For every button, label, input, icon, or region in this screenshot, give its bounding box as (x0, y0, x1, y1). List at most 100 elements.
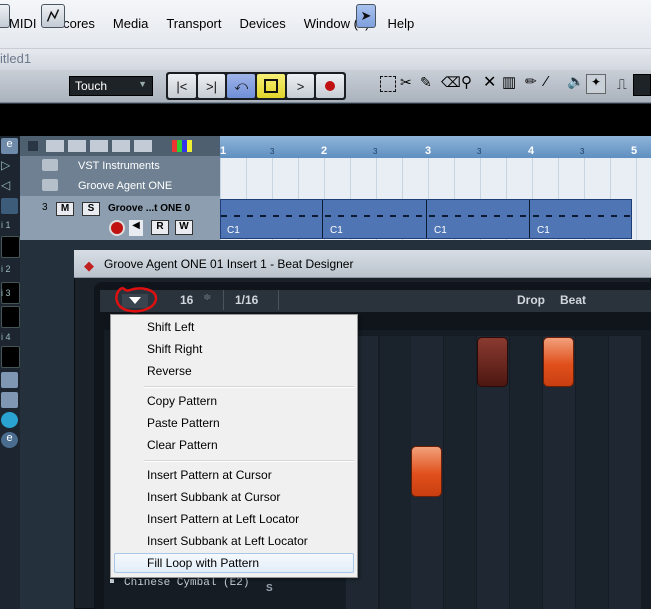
menu-transport[interactable]: Transport (157, 14, 230, 34)
lane-icon[interactable]: ◁ (1, 178, 18, 194)
monitor-speaker-icon[interactable]: ◀ (129, 220, 143, 236)
object-selection-tool[interactable]: ➤ (356, 4, 376, 28)
part-label: C1 (434, 225, 447, 236)
menu-media[interactable]: Media (104, 14, 157, 34)
eraser-tool-icon[interactable]: ⌫ (441, 74, 461, 91)
menu-help[interactable]: Help (379, 14, 424, 34)
color-tool-icon[interactable]: ✦ (586, 74, 606, 94)
automation-curve-icon (46, 9, 60, 22)
part-divider (529, 200, 530, 238)
folder-icon (42, 159, 58, 171)
track-list: VST Instruments Groove Agent ONE 3 M S G… (20, 136, 220, 241)
menu-item-insert-subbank-at-cursor[interactable]: Insert Subbank at Cursor (114, 487, 354, 507)
no-entry-icon[interactable] (1, 412, 18, 428)
step-column[interactable] (444, 336, 476, 609)
list-icon[interactable] (1, 392, 18, 408)
input-2-label: i 2 (1, 264, 11, 274)
step-pad-active[interactable] (543, 337, 574, 387)
track-groove-agent-folder[interactable]: Groove Agent ONE (20, 176, 220, 197)
menu-separator (144, 460, 354, 462)
step-column[interactable] (510, 336, 542, 609)
step-pad-dark[interactable] (477, 337, 508, 387)
step-pad-active[interactable] (411, 446, 442, 497)
menu-devices[interactable]: Devices (231, 14, 295, 34)
write-automation-button[interactable]: W (175, 220, 193, 235)
info-icon[interactable] (1, 372, 18, 388)
track-groove-agent-instrument[interactable]: 3 M S Groove ...t ONE 0 ◀ R W (20, 196, 220, 241)
insert-slot-1[interactable] (1, 236, 20, 258)
step-column[interactable] (576, 336, 608, 609)
track-list-header (20, 136, 220, 156)
read-automation-button[interactable]: R (151, 220, 169, 235)
track-name: Groove Agent ONE (78, 180, 173, 192)
draw-tool-icon[interactable]: ✏ (525, 73, 537, 90)
menu-item-paste-pattern[interactable]: Paste Pattern (114, 413, 354, 433)
steps-value[interactable]: 16 (180, 293, 193, 307)
pencil-tool-icon[interactable]: ✎ (420, 74, 432, 91)
automation-curve-button[interactable] (41, 4, 65, 28)
project-title-bar: itled1 (0, 48, 651, 70)
monitor-icon[interactable]: ▷ (1, 158, 18, 174)
split-tool-icon[interactable]: ✂ (400, 74, 412, 91)
play-button[interactable]: > (286, 74, 315, 98)
cycle-button[interactable]: ⤺ (227, 74, 256, 98)
part-label: C1 (537, 225, 550, 236)
timeline-ruler[interactable]: 1 3 2 3 3 3 4 3 5 (220, 136, 651, 158)
track-vst-instruments[interactable]: VST Instruments (20, 156, 220, 177)
comp-tool-icon[interactable]: ▥ (502, 73, 516, 91)
stop-button[interactable] (257, 74, 285, 98)
resolution-value[interactable]: 1/16 (235, 293, 258, 307)
cycle-icon: ⤺ (234, 78, 249, 93)
insert-slot-4[interactable] (1, 346, 20, 368)
line-tool-icon[interactable]: ⁄ (545, 73, 548, 90)
mute-tool-icon[interactable]: ✕ (483, 72, 496, 92)
row-marker-icon (110, 579, 114, 583)
menu-item-shift-left[interactable]: Shift Left (114, 317, 354, 337)
mute-button[interactable]: M (56, 202, 74, 216)
go-to-end-button[interactable]: >| (197, 74, 226, 98)
instrument-row-label: Chinese Cymbal (E2) (124, 577, 250, 589)
edit-icon[interactable]: e (1, 138, 18, 154)
edit-e-icon[interactable]: e (1, 432, 18, 448)
range-selection-icon[interactable] (380, 76, 396, 92)
menu-item-copy-pattern[interactable]: Copy Pattern (114, 391, 354, 411)
insert-slot-3[interactable] (1, 306, 20, 328)
go-to-start-button[interactable]: |< (168, 74, 196, 98)
record-enable-icon[interactable] (109, 220, 125, 236)
menu-item-reverse[interactable]: Reverse (114, 361, 354, 381)
track-colors-icon[interactable] (172, 140, 192, 152)
toolbar-edge-button[interactable] (0, 4, 10, 28)
record-button[interactable] (316, 74, 345, 98)
midi-part[interactable]: C1 C1 C1 C1 (220, 199, 632, 239)
step-column[interactable] (380, 336, 412, 609)
zoom-tool-icon[interactable]: ⚲ (461, 73, 472, 91)
menu-item-insert-subbank-at-left-locator[interactable]: Insert Subbank at Left Locator (114, 531, 354, 551)
step-column[interactable] (609, 336, 641, 609)
pattern-context-menu: Shift Left Shift Right Reverse Copy Patt… (110, 314, 358, 578)
header-divider (278, 290, 279, 310)
snap-icon[interactable]: ⎍ (617, 76, 627, 93)
menu-item-insert-pattern-at-cursor[interactable]: Insert Pattern at Cursor (114, 465, 354, 485)
menu-item-clear-pattern[interactable]: Clear Pattern (114, 435, 354, 455)
snap-type-field[interactable] (633, 74, 651, 96)
annotation-circle (115, 286, 158, 313)
collapse-icon[interactable] (28, 141, 38, 151)
menu-item-shift-right[interactable]: Shift Right (114, 339, 354, 359)
beat-number: 3 (477, 147, 482, 156)
bar-number: 4 (528, 145, 535, 157)
transport-controls: |< >| ⤺ > (166, 72, 346, 100)
bar-number: 2 (321, 145, 328, 157)
menu-item-fill-loop-with-pattern[interactable]: Fill Loop with Pattern (114, 553, 354, 573)
routing-icon[interactable] (1, 198, 18, 214)
solo-row-button[interactable]: S (266, 583, 273, 594)
folder-icon (42, 179, 58, 191)
automation-mode-select[interactable]: Touch ▼ (69, 76, 153, 96)
menu-item-insert-pattern-at-left-locator[interactable]: Insert Pattern at Left Locator (114, 509, 354, 529)
track-name: Groove ...t ONE 0 (108, 203, 191, 214)
header-divider (223, 290, 224, 310)
speaker-tool-icon[interactable]: 🔈 (567, 73, 584, 90)
arrow-pointer-icon: ➤ (360, 8, 372, 23)
steps-spinner-icon[interactable]: ≑ (203, 292, 211, 303)
track-list-filter-buttons[interactable] (46, 140, 156, 152)
solo-button[interactable]: S (82, 202, 100, 216)
